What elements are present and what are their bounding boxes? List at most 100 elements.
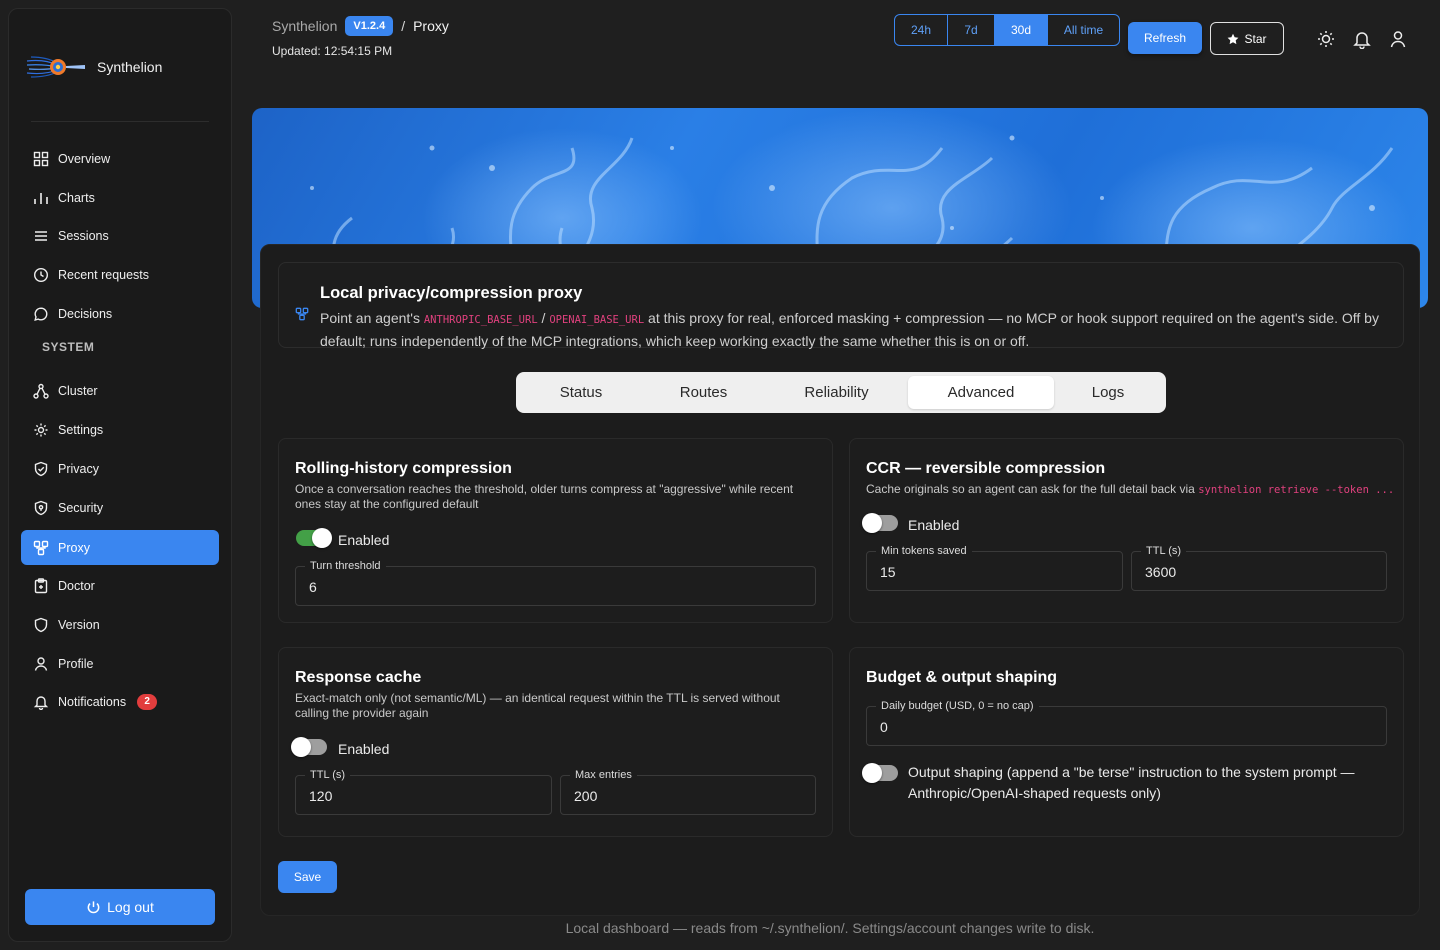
clipboard-icon [33,577,49,594]
version-badge: V1.2.4 [345,16,394,36]
card-title: CCR — reversible compression [866,460,1106,477]
breadcrumb-separator: / [401,18,406,34]
range-30d-button[interactable]: 30d [995,15,1048,45]
sidebar-item-label: Doctor [58,578,95,593]
card-title: Response cache [295,669,422,686]
sidebar-item-charts[interactable]: Charts [21,180,219,215]
brand[interactable]: Synthelion [25,49,162,85]
sidebar-item-doctor[interactable]: Doctor [21,568,219,603]
tab-routes[interactable]: Routes [642,376,765,409]
time-range-selector: 24h 7d 30d All time [894,14,1120,46]
sidebar-item-decisions[interactable]: Decisions [21,296,219,331]
logout-label: Log out [107,899,154,915]
range-24h-button[interactable]: 24h [895,15,948,45]
clock-icon [33,267,49,283]
notification-count-badge: 2 [137,693,158,710]
breadcrumb-app[interactable]: Synthelion [272,18,337,34]
sidebar-item-version[interactable]: Version [21,607,219,642]
rolling-history-toggle[interactable] [296,528,332,548]
range-all-time-button[interactable]: All time [1048,15,1119,45]
sidebar: Synthelion Overview Charts Sessions Rece… [8,8,232,942]
notifications-bell-icon[interactable] [1352,29,1372,49]
tab-reliability[interactable]: Reliability [765,376,908,409]
sidebar-item-overview[interactable]: Overview [21,141,219,176]
save-button[interactable]: Save [278,861,337,893]
card-title: Budget & output shaping [866,669,1058,686]
sidebar-item-label: Privacy [58,461,99,476]
ccr-card: CCR — reversible compression Cache origi… [849,438,1404,623]
account-user-icon[interactable] [1388,29,1408,49]
toggle-label: Enabled [338,741,390,757]
gear-icon [33,422,49,438]
sidebar-item-proxy[interactable]: Proxy [21,530,219,565]
grid-icon [33,151,49,167]
sidebar-item-label: Overview [58,151,111,166]
response-cache-card: Response cache Exact-match only (not sem… [278,647,833,837]
daily-budget-field: Daily budget (USD, 0 = no cap) [866,700,1387,746]
turn-threshold-field: Turn threshold [295,560,816,606]
sidebar-item-label: Version [58,617,100,632]
sidebar-item-cluster[interactable]: Cluster [21,373,219,408]
tab-logs[interactable]: Logs [1054,376,1162,409]
breadcrumb-page: Proxy [413,18,449,34]
toggle-label: Output shaping (append a "be terse" inst… [908,764,1355,801]
sidebar-item-label: Settings [58,422,104,437]
ccr-ttl-field: TTL (s) [1131,545,1387,591]
shield-check-icon [33,461,49,477]
card-title: Rolling-history compression [295,460,512,477]
env-var-anthropic: ANTHROPIC_BASE_URL [423,314,538,326]
output-shaping-toggle[interactable] [862,763,898,783]
ccr-ttl-input[interactable] [1145,564,1349,580]
star-button[interactable]: Star [1210,22,1284,55]
env-var-openai: OPENAI_BASE_URL [549,314,645,326]
daily-budget-input[interactable] [880,719,1296,735]
footer-text: Local dashboard — reads from ~/.syntheli… [565,920,1095,936]
refresh-button[interactable]: Refresh [1128,22,1202,54]
budget-card: Budget & output shaping Daily budget (US… [849,647,1404,837]
response-cache-toggle[interactable] [291,737,327,757]
max-entries-field: Max entries [560,769,816,815]
sidebar-item-label: Charts [58,190,95,205]
bell-icon [33,694,49,710]
sidebar-item-label: Decisions [58,306,113,321]
power-icon [87,900,100,913]
sidebar-item-settings[interactable]: Settings [21,412,219,447]
sidebar-item-security[interactable]: Security [21,490,219,525]
sidebar-item-label: Recent requests [58,267,150,282]
sidebar-section-system: SYSTEM [42,340,95,354]
max-entries-input[interactable] [574,788,778,804]
intro-title: Local privacy/compression proxy [320,284,583,302]
cache-ttl-input[interactable] [309,788,513,804]
tab-advanced[interactable]: Advanced [908,376,1054,409]
turn-threshold-input[interactable] [309,579,725,595]
min-tokens-field: Min tokens saved [866,545,1123,591]
ccr-toggle[interactable] [862,513,898,533]
proxy-panel: Local privacy/compression proxy Point an… [260,244,1420,916]
logo-icon [26,56,85,78]
range-7d-button[interactable]: 7d [948,15,995,45]
breadcrumb: Synthelion V1.2.4 / Proxy [272,16,449,36]
sidebar-item-privacy[interactable]: Privacy [21,451,219,486]
sidebar-item-notifications[interactable]: Notifications 2 [21,684,219,719]
sidebar-item-profile[interactable]: Profile [21,646,219,681]
toggle-label: Enabled [338,532,390,548]
cache-ttl-field: TTL (s) [295,769,552,815]
shield-lock-icon [33,500,49,516]
sidebar-item-label: Cluster [58,383,98,398]
min-tokens-input[interactable] [880,564,1084,580]
intro-card: Local privacy/compression proxy Point an… [278,262,1404,349]
card-description: Once a conversation reaches the threshol… [295,482,794,511]
tab-status[interactable]: Status [520,376,642,409]
cluster-icon [33,383,49,399]
star-label: Star [1244,31,1267,46]
sidebar-item-recent-requests[interactable]: Recent requests [21,257,219,292]
sidebar-item-sessions[interactable]: Sessions [21,218,219,253]
card-description: Exact-match only (not semantic/ML) — an … [295,691,780,720]
proxy-icon [33,540,49,556]
chat-bubble-icon [33,306,49,322]
shield-icon [33,617,49,633]
theme-toggle-sun-icon[interactable] [1316,29,1336,49]
sidebar-item-label: Profile [58,656,94,671]
sidebar-item-label: Sessions [58,228,109,243]
list-icon [33,228,49,244]
